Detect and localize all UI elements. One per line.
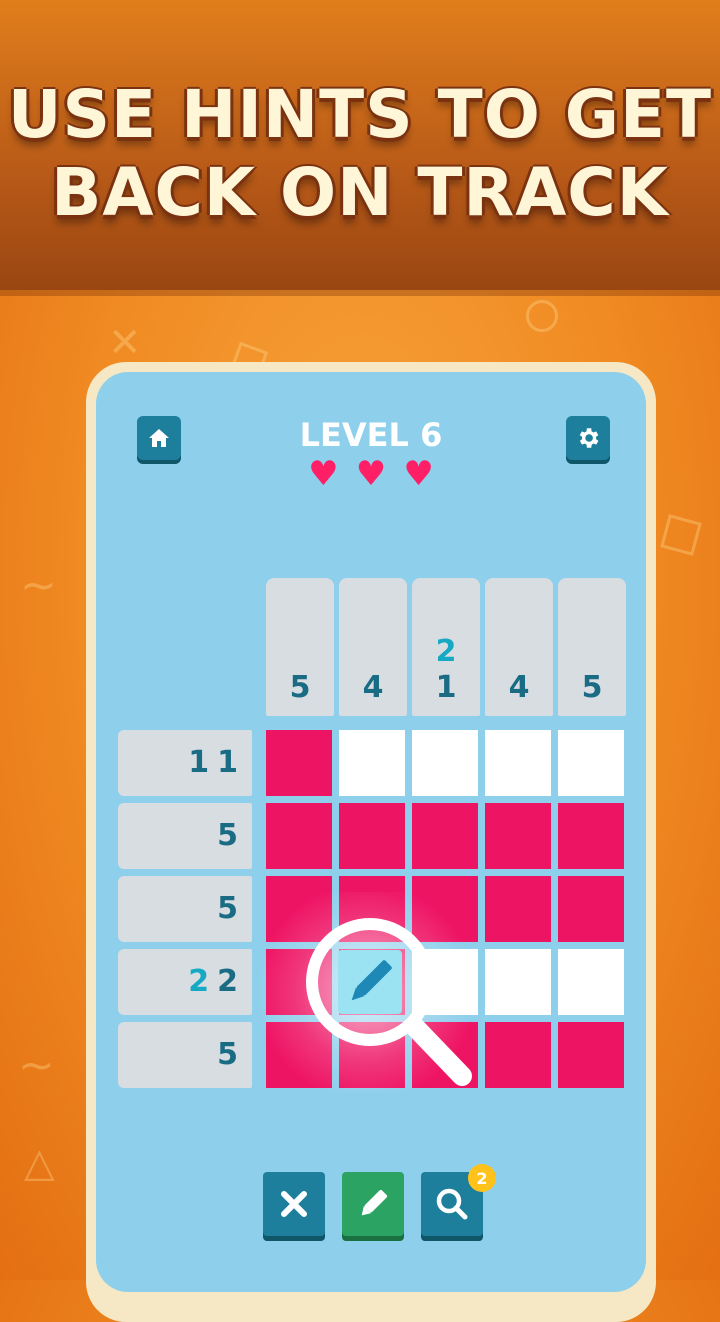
heart-icon: ♥ xyxy=(308,454,339,494)
grid-cell-empty[interactable] xyxy=(558,730,624,796)
column-clue: 5 xyxy=(266,578,334,716)
clue-number: 1 xyxy=(217,745,238,780)
magnifier-icon xyxy=(436,1188,468,1220)
decor-cross: ✕ xyxy=(108,320,142,366)
row-clue: 5 xyxy=(118,876,252,942)
decor-squiggle: ~ xyxy=(18,1040,55,1091)
promo-banner: USE HINTS TO GET BACK ON TRACK xyxy=(0,0,720,290)
lives-hearts: ♥ ♥ ♥ xyxy=(96,456,646,492)
grid-cell-empty[interactable] xyxy=(485,949,551,1015)
clue-number: 1 xyxy=(435,670,457,705)
clue-number: 2 xyxy=(188,964,210,999)
grid-cell-filled[interactable] xyxy=(485,803,551,869)
grid-cell-filled[interactable] xyxy=(485,1022,551,1088)
banner-line-1: USE HINTS TO GET xyxy=(7,76,713,153)
grid-cell-filled[interactable] xyxy=(266,730,332,796)
column-clue: 4 xyxy=(339,578,407,716)
grid-cell-filled[interactable] xyxy=(266,803,332,869)
grid-cell-filled[interactable] xyxy=(485,876,551,942)
row-clue: 22 xyxy=(118,949,252,1015)
grid-cell-empty[interactable] xyxy=(339,730,405,796)
hint-magnifier-icon xyxy=(306,918,472,1086)
decor-triangle: △ xyxy=(24,1140,55,1186)
grid-cell-empty[interactable] xyxy=(558,949,624,1015)
hint-count-badge: 2 xyxy=(468,1164,496,1192)
column-clue: 5 xyxy=(558,578,626,716)
clue-number: 5 xyxy=(217,1037,238,1072)
heart-icon: ♥ xyxy=(403,454,434,494)
banner-line-2: BACK ON TRACK xyxy=(51,154,669,231)
decor-square xyxy=(660,514,702,556)
grid-cell-empty[interactable] xyxy=(412,730,478,796)
row-clue: 5 xyxy=(118,1022,252,1088)
grid-cell-filled[interactable] xyxy=(558,803,624,869)
column-clue: 21 xyxy=(412,578,480,716)
clue-number: 5 xyxy=(217,891,238,926)
grid-cell-filled[interactable] xyxy=(339,803,405,869)
decor-squiggle: ~ xyxy=(20,560,57,611)
game-screen: LEVEL 6 ♥ ♥ ♥ 542145 1155225 2 xyxy=(96,372,646,1292)
grid-cell-filled[interactable] xyxy=(558,1022,624,1088)
grid-cell-empty[interactable] xyxy=(485,730,551,796)
heart-icon: ♥ xyxy=(355,454,387,494)
decor-circle xyxy=(526,300,558,332)
clue-number: 4 xyxy=(508,670,530,705)
pencil-button[interactable] xyxy=(342,1172,404,1236)
clue-number: 2 xyxy=(217,964,238,999)
clue-number: 5 xyxy=(217,818,238,853)
grid-cell-filled[interactable] xyxy=(412,803,478,869)
hint-button[interactable]: 2 xyxy=(421,1164,496,1236)
grid-cell-filled[interactable] xyxy=(558,876,624,942)
clue-number: 1 xyxy=(188,745,210,780)
x-icon xyxy=(281,1191,307,1217)
clue-number: 5 xyxy=(289,670,311,705)
clue-number: 2 xyxy=(435,634,457,669)
clue-number: 4 xyxy=(362,670,384,705)
pencil-icon xyxy=(361,1189,388,1216)
level-title: LEVEL 6 xyxy=(299,416,443,454)
row-clue: 5 xyxy=(118,803,252,869)
clear-button[interactable] xyxy=(263,1172,325,1236)
clue-number: 5 xyxy=(581,670,603,705)
column-clue: 4 xyxy=(485,578,553,716)
row-clue: 11 xyxy=(118,730,252,796)
